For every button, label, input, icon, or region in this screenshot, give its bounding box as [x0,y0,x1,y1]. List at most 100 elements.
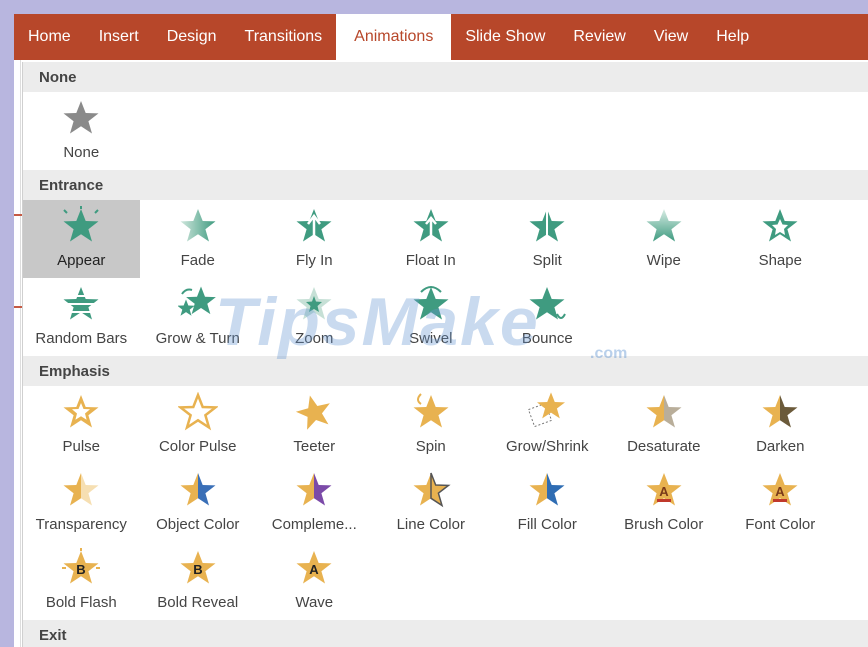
animation-fill-color[interactable]: Fill Color [489,464,606,542]
animation-fade[interactable]: Fade [140,200,257,278]
animation-label: Font Color [745,516,816,533]
section-header-emphasis: Emphasis [23,356,868,386]
animation-u[interactable]: U [839,464,868,542]
animation-appear[interactable]: Appear [23,200,140,278]
animation-grow-and-turn[interactable]: Grow & Turn [140,278,257,356]
animation-gallery: None None Entrance Appear Fade Fly In Float… [22,62,868,647]
animation-label: Grow & Turn [155,330,240,347]
zoom-star-icon [294,284,334,324]
transparency-star-icon [61,470,101,510]
section-header-exit: Exit [23,620,868,647]
grow-turn-star-icon [177,284,218,324]
animation-brush-color[interactable]: A Brush Color [606,464,723,542]
animation-random-bars[interactable]: Random Bars [23,278,140,356]
tab-home[interactable]: Home [14,14,85,60]
svg-text:A: A [310,562,320,577]
tab-transitions[interactable]: Transitions [231,14,337,60]
animation-font-color[interactable]: A Font Color [722,464,839,542]
animation-grow-shrink[interactable]: Grow/Shrink [489,386,606,464]
animation-label: Random Bars [35,330,128,347]
animation-transparency[interactable]: Transparency [23,464,140,542]
animation-compleme[interactable]: Compleme... [256,464,373,542]
animation-bold-flash[interactable]: B Bold Flash [23,542,140,620]
random-bars-star-icon [61,284,101,324]
teeter-star-icon [294,392,334,432]
fly-in-star-icon [294,206,334,246]
animation-pulse[interactable]: Pulse [23,386,140,464]
gray-star-icon [61,98,101,138]
window-frame-top [0,0,868,14]
animation-desaturate[interactable]: Desaturate [606,386,723,464]
animation-label: Zoom [295,330,334,347]
tab-review[interactable]: Review [559,14,639,60]
bold-flash-star-icon: B [61,548,101,588]
line-color-star-icon [411,470,451,510]
animation-label: Object Color [156,516,240,533]
animation-split[interactable]: Split [489,200,606,278]
tab-view[interactable]: View [640,14,702,60]
animation-label: Wipe [646,252,681,269]
section-header-entrance: Entrance [23,170,868,200]
tab-slide-show[interactable]: Slide Show [451,14,559,60]
shape-star-icon [760,206,800,246]
animation-label: Shape [758,252,802,269]
animation-label: None [63,144,100,161]
animation-label: Line Color [396,516,465,533]
animation-label: Spin [415,438,446,455]
svg-text:A: A [659,484,669,499]
ribbon-tab-bar: Home Insert Design Transitions Animation… [14,14,868,60]
slide-pane-edge [14,60,21,647]
animation-wave[interactable]: A Wave [256,542,373,620]
animation-swivel[interactable]: Swivel [373,278,490,356]
object-color-star-icon [178,470,218,510]
grow-shrink-star-icon [527,392,567,432]
tab-design[interactable]: Design [153,14,231,60]
watermark-suffix: .com [590,345,628,362]
tab-help[interactable]: Help [702,14,763,60]
animation-bold-reveal[interactable]: B Bold Reveal [140,542,257,620]
wipe-star-icon [644,206,684,246]
tab-animations[interactable]: Animations [336,14,452,60]
svg-text:A: A [776,484,786,499]
animation-label: Bold Reveal [157,594,239,611]
animation-color-pulse[interactable]: Color Pulse [140,386,257,464]
animation-wipe[interactable]: Wipe [606,200,723,278]
animation-label: Wave [295,594,334,611]
animation-none[interactable]: None [23,92,140,170]
animation-label: Split [532,252,562,269]
spin-star-icon [411,392,451,432]
wave-star-icon: A [294,548,334,588]
animation-bounce[interactable]: Bounce [489,278,606,356]
animation-darken[interactable]: Darken [722,386,839,464]
animation-label: Fill Color [517,516,577,533]
animation-label: Fade [180,252,215,269]
animation-label: Pulse [62,438,101,455]
animation-fly-in[interactable]: Fly In [256,200,373,278]
color-pulse-star-icon [177,392,218,432]
animation-float-in[interactable]: Float In [373,200,490,278]
animation-label: Swivel [409,330,453,347]
appear-star-icon [61,206,101,246]
tab-insert[interactable]: Insert [85,14,153,60]
animation-zoom[interactable]: Zoom [256,278,373,356]
brush-color-star-icon: A [644,470,684,510]
animation-label: Teeter [293,438,336,455]
darken-star-icon [760,392,800,432]
animation-label: Fly In [295,252,333,269]
animation-line-color[interactable]: Line Color [373,464,490,542]
bounce-star-icon [527,284,567,324]
window-frame-left [0,0,14,647]
animation-spin[interactable]: Spin [373,386,490,464]
desaturate-star-icon [644,392,684,432]
animation-shape[interactable]: Shape [722,200,839,278]
animation-label: Appear [57,252,106,269]
pulse-star-icon [61,392,101,432]
animation-label: Color Pulse [158,438,237,455]
animation-object-color[interactable]: Object Color [140,464,257,542]
animation-label: Darken [756,438,805,455]
animation-label: Brush Color [624,516,704,533]
animation-label: Float In [405,252,456,269]
bold-reveal-star-icon: B [178,548,218,588]
animation-teeter[interactable]: Teeter [256,386,373,464]
animation-label: Bold Flash [45,594,117,611]
